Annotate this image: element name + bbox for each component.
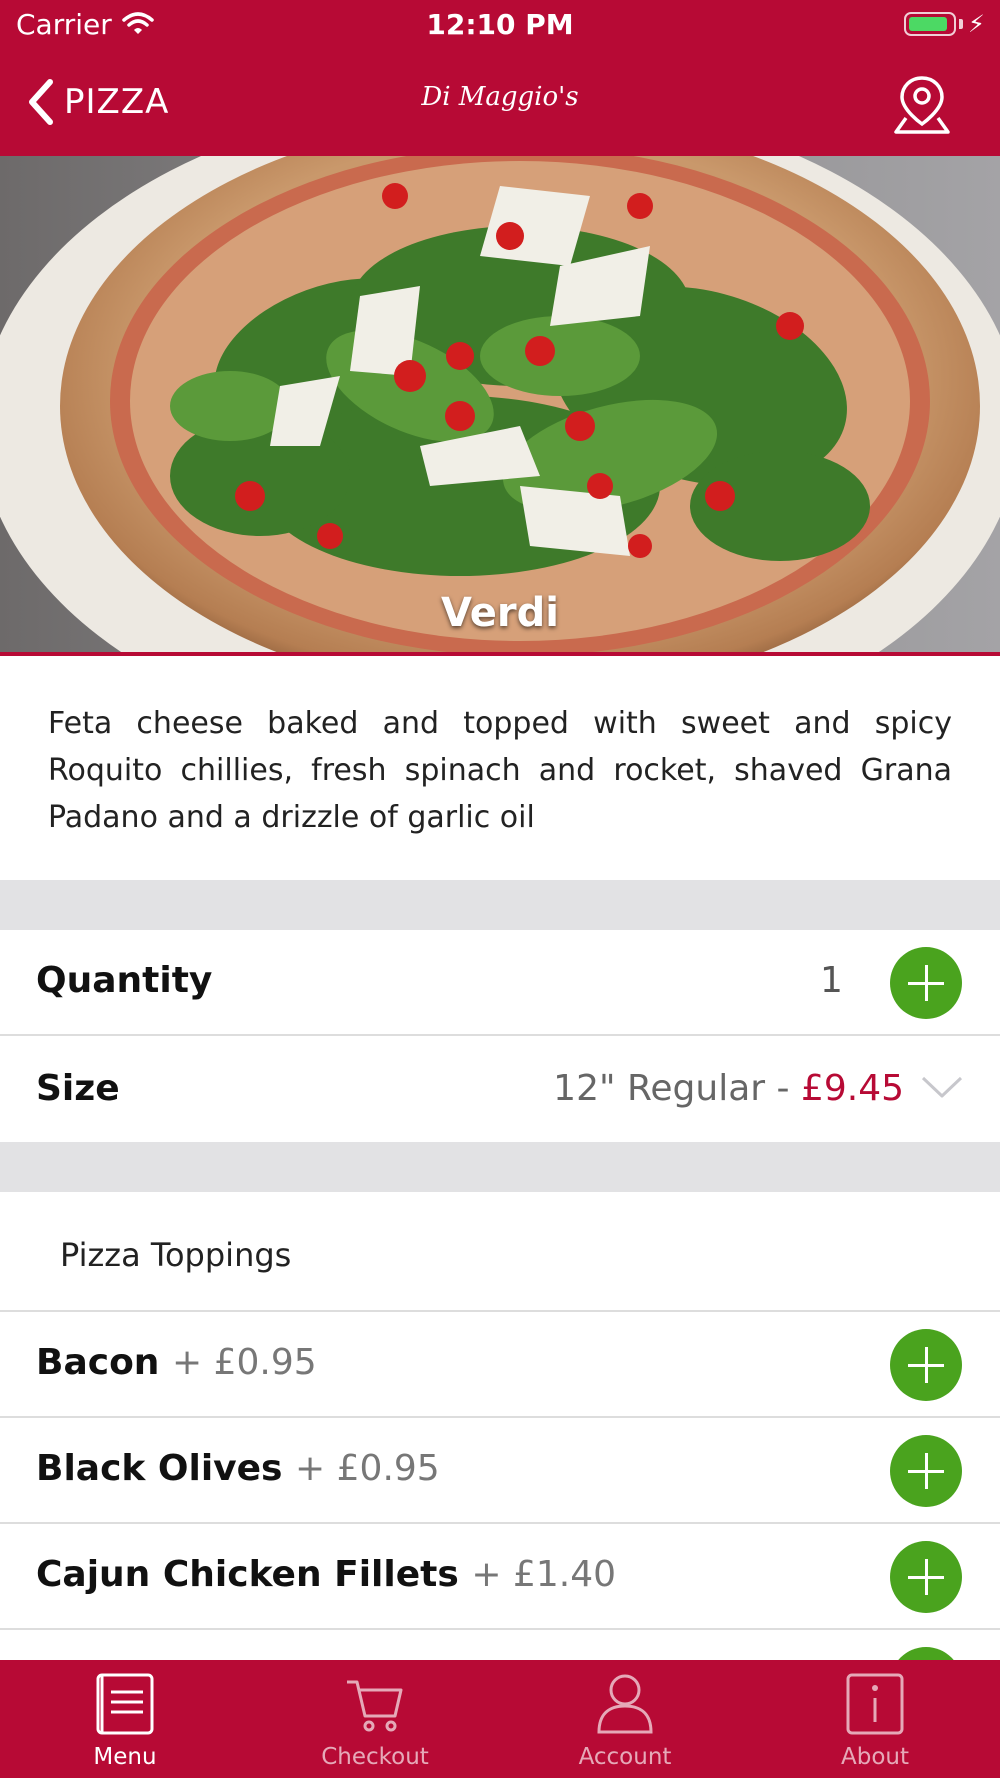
product-title: Verdi (441, 590, 559, 636)
topping-name: Cajun Chicken Fillets (36, 1554, 459, 1595)
tab-label: Account (578, 1744, 672, 1770)
chevron-down-icon[interactable] (920, 1074, 964, 1102)
tab-checkout[interactable]: Checkout (250, 1660, 500, 1778)
info-icon (846, 1673, 904, 1735)
battery-icon (904, 12, 956, 36)
topping-label: Black Olives + £0.95 (36, 1448, 440, 1489)
topping-row: Black Olives + £0.95 (0, 1418, 1000, 1524)
toppings-section-title: Pizza Toppings (60, 1236, 292, 1274)
add-topping-button[interactable] (890, 1435, 962, 1507)
size-selected-value: 12" Regular - £9.45 (553, 1068, 904, 1109)
tab-label: About (840, 1744, 909, 1770)
add-topping-button[interactable] (890, 1541, 962, 1613)
pizza-illustration (0, 156, 1000, 652)
topping-row: Cajun Chicken Fillets + £1.40 (0, 1524, 1000, 1630)
add-topping-button[interactable] (890, 1329, 962, 1401)
tab-bar: Menu Checkout Account About (0, 1660, 1000, 1778)
status-time: 12:10 PM (426, 8, 574, 41)
map-pin-icon (894, 76, 950, 134)
brand-logo: Di Maggio's (421, 82, 579, 112)
quantity-label: Quantity (36, 960, 213, 1001)
topping-label: Bacon + £0.95 (36, 1342, 317, 1383)
product-description: Feta cheese baked and topped with sweet … (48, 706, 952, 835)
quantity-value: 1 (820, 960, 843, 1001)
topping-name: Black Olives (36, 1448, 283, 1489)
increase-quantity-button[interactable] (890, 947, 962, 1019)
size-price: £9.45 (800, 1068, 904, 1109)
topping-price: + £0.95 (171, 1342, 317, 1383)
tab-account[interactable]: Account (500, 1660, 750, 1778)
menu-book-icon (96, 1673, 154, 1735)
store-locator-button[interactable] (892, 74, 952, 140)
tab-label: Checkout (321, 1744, 429, 1770)
tab-menu[interactable]: Menu (0, 1660, 250, 1778)
cart-icon (347, 1680, 403, 1732)
tab-label: Menu (93, 1744, 157, 1770)
size-option-text: 12" Regular - (553, 1068, 801, 1109)
topping-label: Cajun Chicken Fillets + £1.40 (36, 1554, 616, 1595)
topping-price: + £0.95 (295, 1448, 440, 1489)
nav-bar: PIZZA Di Maggio's (0, 52, 1000, 156)
person-icon (597, 1674, 653, 1734)
topping-price: + £1.40 (471, 1554, 617, 1595)
size-row[interactable]: Size 12" Regular - £9.45 (0, 1036, 1000, 1142)
product-image: Verdi (0, 156, 1000, 656)
section-separator (0, 1142, 1000, 1192)
size-label: Size (36, 1068, 120, 1109)
tab-about[interactable]: About (750, 1660, 1000, 1778)
topping-name: Bacon (36, 1342, 160, 1383)
section-separator (0, 880, 1000, 930)
status-bar: Carrier 12:10 PM ⚡ (0, 0, 1000, 52)
quantity-row: Quantity 1 (0, 930, 1000, 1036)
battery-tip (959, 19, 963, 29)
charging-icon: ⚡ (968, 10, 985, 38)
topping-row: Bacon + £0.95 (0, 1312, 1000, 1418)
